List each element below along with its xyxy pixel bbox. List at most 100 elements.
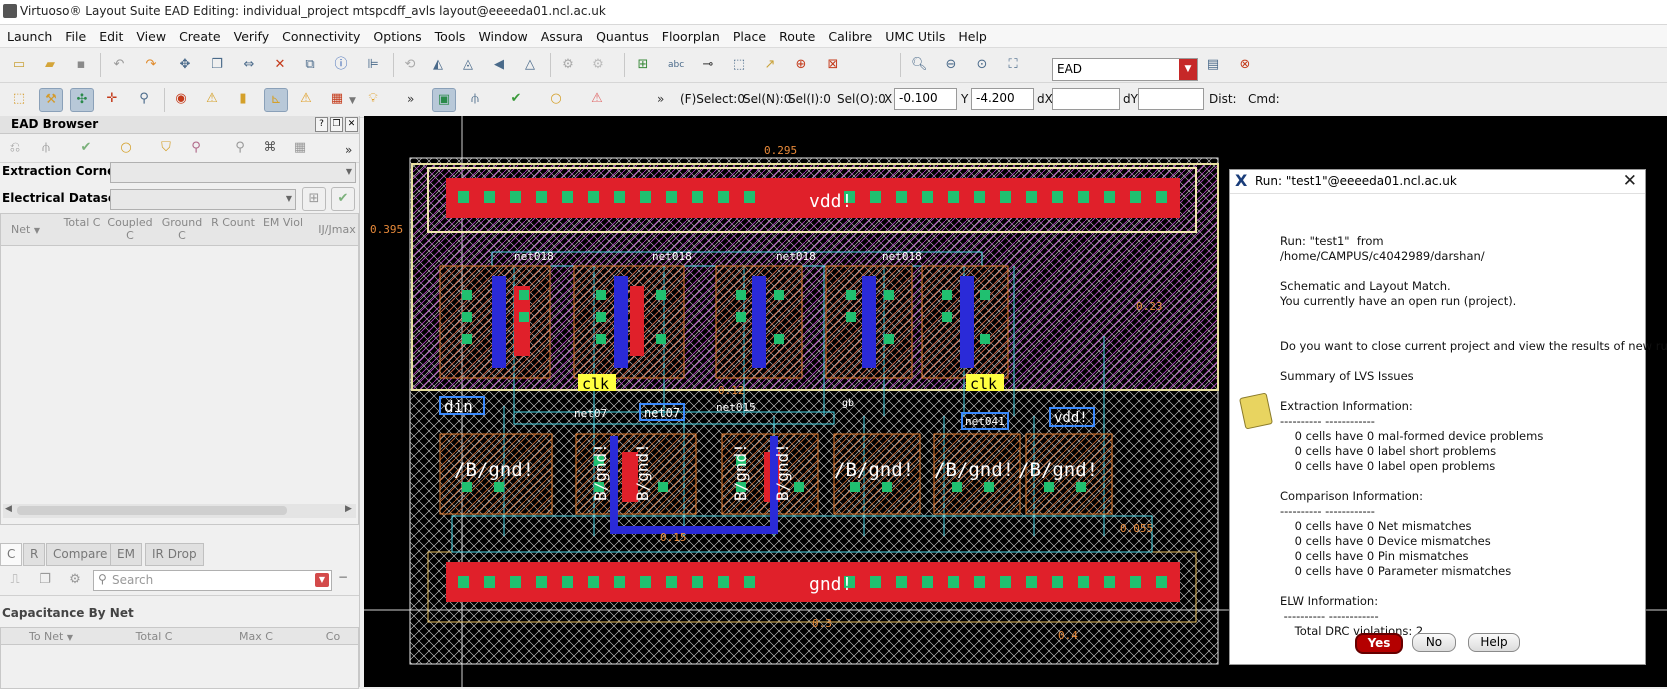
stretch-icon[interactable]: ⇔	[238, 54, 260, 76]
col-ij-jmax[interactable]: IJ/Jmax	[315, 223, 359, 236]
zoom-out-icon[interactable]: ⊖	[940, 54, 962, 76]
tab-r[interactable]: R	[23, 543, 46, 566]
zoom-area-icon[interactable]: ⛶	[1002, 54, 1024, 76]
col-ground-c[interactable]: Ground C	[159, 216, 205, 242]
menu-floorplan[interactable]: Floorplan	[655, 29, 726, 44]
flip-icon[interactable]: ◭	[427, 54, 449, 76]
col-r-count[interactable]: R Count	[211, 216, 255, 229]
dx-field[interactable]	[1052, 88, 1120, 110]
net-icon[interactable]: ⫛	[464, 88, 486, 110]
dataset-check-icon[interactable]: ✔	[331, 187, 355, 211]
new-file-icon[interactable]: ▭	[8, 54, 30, 76]
highlight-icon[interactable]: ▮	[232, 88, 254, 110]
rotate-icon[interactable]: ⟲	[399, 54, 421, 76]
close-icon[interactable]: ✕	[345, 117, 358, 132]
shift-left-icon[interactable]: ◀	[488, 54, 510, 76]
delete-icon[interactable]: ✕	[269, 54, 291, 76]
help-button[interactable]: Help	[1468, 633, 1520, 652]
palette-icon[interactable]: ▣	[432, 88, 456, 112]
probe-icon[interactable]: ⚲	[133, 88, 155, 110]
crosshair-icon[interactable]: ✛	[101, 88, 123, 110]
redo-icon[interactable]: ↷	[140, 54, 162, 76]
x-coord-field[interactable]: -0.100	[894, 88, 957, 110]
overflow-icon[interactable]: »	[407, 92, 414, 106]
alert-icon[interactable]: ⚠	[295, 88, 317, 110]
align-icon[interactable]: ⊫	[362, 54, 384, 76]
extract-icon[interactable]: ⎌	[4, 137, 26, 159]
menu-tools[interactable]: Tools	[428, 29, 472, 44]
window-close-icon[interactable]: ⊗	[1234, 54, 1256, 76]
yes-button[interactable]: Yes	[1355, 633, 1403, 654]
triangle-icon[interactable]: △	[519, 54, 541, 76]
warning-marker-icon[interactable]: ⚠	[201, 88, 223, 110]
menu-assura[interactable]: Assura	[534, 29, 589, 44]
chevron-down-icon[interactable]: ▼	[349, 96, 356, 106]
tab-c[interactable]: C	[0, 543, 23, 566]
copy-icon[interactable]: ❐	[206, 54, 228, 76]
window-icon[interactable]: ▤	[1202, 54, 1224, 76]
zoom-fit-icon[interactable]: ⊙	[971, 54, 993, 76]
menu-calibre[interactable]: Calibre	[821, 29, 878, 44]
binoculars-icon[interactable]: ⌘	[259, 137, 281, 159]
open-folder-icon[interactable]: ▰	[39, 54, 61, 76]
layer-icon[interactable]: ▦	[326, 88, 348, 110]
filter-icon[interactable]: ⛉	[155, 137, 177, 159]
circle-icon[interactable]: ○	[115, 137, 137, 159]
label-icon[interactable]: abc	[665, 54, 687, 76]
ead-mode-select[interactable]: EAD ▼	[1052, 58, 1198, 81]
ruler-icon[interactable]: ⚒	[39, 88, 63, 112]
path-icon[interactable]: ↗	[759, 54, 781, 76]
col-co[interactable]: Co	[309, 630, 357, 643]
collapse-icon[interactable]: −	[338, 570, 348, 584]
menu-file[interactable]: File	[58, 29, 92, 44]
col-max-c[interactable]: Max C	[207, 630, 305, 643]
no-button[interactable]: No	[1412, 633, 1456, 652]
move-icon[interactable]: ✥	[174, 54, 196, 76]
tab-ir-drop[interactable]: IR Drop	[145, 543, 204, 566]
menu-edit[interactable]: Edit	[92, 29, 129, 44]
overflow-icon[interactable]: »	[657, 92, 664, 106]
menu-window[interactable]: Window	[471, 29, 533, 44]
lightbulb-icon[interactable]: 💡︎	[362, 88, 384, 110]
tab-compare[interactable]: Compare	[46, 543, 115, 566]
dy-field[interactable]	[1138, 88, 1204, 110]
close-icon[interactable]: ✕	[1623, 171, 1637, 191]
error-icon[interactable]: ⚠	[586, 88, 608, 110]
select-area-icon[interactable]: ⬚	[728, 54, 750, 76]
help-icon[interactable]: ?	[315, 117, 328, 132]
check-icon[interactable]: ✔	[75, 137, 97, 159]
menu-verify[interactable]: Verify	[227, 29, 275, 44]
col-total-c[interactable]: Total C	[63, 216, 101, 229]
col-total-c[interactable]: Total C	[105, 630, 203, 643]
export-icon[interactable]: ⎍	[4, 569, 26, 591]
pin-icon[interactable]: ⊸	[697, 54, 719, 76]
menu-connectivity[interactable]: Connectivity	[275, 29, 366, 44]
overflow-icon[interactable]: »	[345, 143, 352, 157]
menu-help[interactable]: Help	[951, 29, 993, 44]
measure-icon[interactable]: ⊾	[264, 88, 288, 112]
col-em-viol[interactable]: EM Viol	[261, 216, 305, 229]
settings-icon[interactable]: ⚙	[64, 569, 86, 591]
scroll-left-icon[interactable]: ◀	[5, 504, 12, 514]
undo-icon[interactable]: ↶	[108, 54, 130, 76]
menu-options[interactable]: Options	[366, 29, 427, 44]
zoom-icon[interactable]: ⚲	[229, 137, 251, 159]
marker-icon[interactable]: ◉	[170, 88, 192, 110]
float-icon[interactable]: ❐	[330, 117, 343, 132]
tab-em[interactable]: EM	[110, 543, 142, 566]
extraction-corner-select[interactable]: ▼	[110, 162, 356, 183]
zoom-in-icon[interactable]: 🔍︎	[908, 54, 930, 76]
gear-icon[interactable]: ⚙	[557, 54, 579, 76]
menu-create[interactable]: Create	[172, 29, 227, 44]
dataset-load-icon[interactable]: ⊞	[302, 187, 326, 211]
chevron-down-icon[interactable]: ▼	[315, 573, 329, 587]
hierarchy-icon[interactable]: ⧉	[299, 54, 321, 76]
col-to-net[interactable]: To Net ▼	[1, 630, 101, 644]
menu-umc-utils[interactable]: UMC Utils	[878, 29, 951, 44]
select-mode-icon[interactable]: ⬚	[8, 88, 30, 110]
probe-icon[interactable]: ⚲	[185, 137, 207, 159]
settings-disabled-icon[interactable]: ⚙	[587, 54, 609, 76]
mirror-icon[interactable]: ◬	[457, 54, 479, 76]
scroll-right-icon[interactable]: ▶	[345, 504, 352, 514]
copy-icon[interactable]: ❐	[34, 569, 56, 591]
